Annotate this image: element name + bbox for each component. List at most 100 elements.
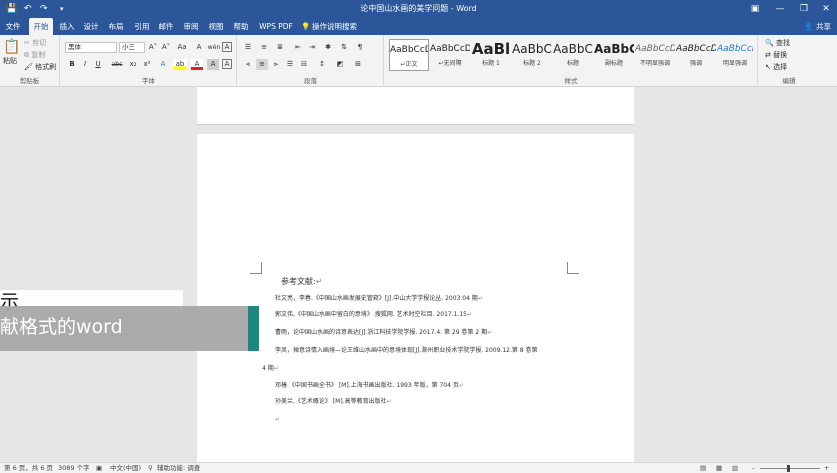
proofing-icon[interactable]: ▣ xyxy=(96,463,102,473)
style-name: 标题 xyxy=(566,60,579,67)
reference-item-continuation[interactable]: 4 期↵ xyxy=(262,365,279,373)
word-count[interactable]: 3089 个字 xyxy=(58,463,90,473)
tab-wps-pdf[interactable]: WPS PDF xyxy=(257,18,295,35)
font-size-combo[interactable]: 小三 xyxy=(119,42,145,53)
phonetic-guide-button[interactable]: wén xyxy=(207,42,221,53)
align-left-icon[interactable]: ⫷ xyxy=(242,59,254,70)
web-layout-icon[interactable]: ▥ xyxy=(732,463,738,473)
zoom-slider-handle[interactable] xyxy=(787,465,790,472)
zoom-out-button[interactable]: - xyxy=(752,463,754,473)
bold-button[interactable]: B xyxy=(66,59,78,70)
replace-button[interactable]: ⇄ 替换 xyxy=(765,50,787,60)
paste-icon[interactable]: 📋 xyxy=(3,39,20,55)
style-intense-emphasis[interactable]: AaBbCcD 明显强调 xyxy=(717,39,753,71)
references-heading[interactable]: 参考文献:↵ xyxy=(281,276,322,287)
reference-item[interactable]: 邓椿.《中国书画全书》 [M].上海书画出版社. 1993 年版，第 704 页… xyxy=(275,382,464,390)
tab-insert[interactable]: 插入 xyxy=(56,18,78,35)
restore-button[interactable]: ❐ xyxy=(794,2,814,16)
tab-design[interactable]: 设计 xyxy=(80,18,102,35)
character-border-button[interactable]: A xyxy=(222,59,232,69)
style-subtitle[interactable]: AaBbC 副标题 xyxy=(594,39,634,71)
bullets-icon[interactable]: ☰ xyxy=(242,42,254,53)
strikethrough-button[interactable]: abc xyxy=(109,59,125,70)
style-emphasis[interactable]: AaBbCcD 强调 xyxy=(676,39,716,71)
grow-font-button[interactable]: A˄ xyxy=(147,42,159,53)
increase-indent-icon[interactable]: ⇥ xyxy=(306,42,318,53)
format-painter-button[interactable]: 🖌 格式刷 xyxy=(24,62,56,72)
change-case-button[interactable]: Aa xyxy=(174,42,190,53)
align-right-icon[interactable]: ⫸ xyxy=(270,59,282,70)
style-name: ↵正文 xyxy=(400,61,418,68)
highlight-button[interactable]: ab xyxy=(173,59,187,70)
tab-references[interactable]: 引用 xyxy=(131,18,153,35)
reference-item[interactable]: 孙美兰,《艺术概论》 [M].高等教育出版社↵ xyxy=(275,398,392,406)
distributed-icon[interactable]: ⊟ xyxy=(298,59,310,70)
cut-button[interactable]: ✂ 剪切 xyxy=(24,38,46,48)
multilevel-list-icon[interactable]: ≣ xyxy=(274,42,286,53)
tab-view[interactable]: 视图 xyxy=(205,18,227,35)
document-workspace[interactable]: 参考文献:↵ 杜文亮，李春.《中国山水画发展史管窥》[J].中山大学学报论丛. … xyxy=(0,87,837,462)
underline-button[interactable]: U xyxy=(92,59,104,70)
superscript-button[interactable]: x² xyxy=(141,59,153,70)
text-effects-button[interactable]: A xyxy=(157,59,169,70)
format-painter-label: 格式刷 xyxy=(35,63,57,71)
decrease-indent-icon[interactable]: ⇤ xyxy=(292,42,304,53)
page-count[interactable]: 第 6 页，共 6 页 xyxy=(4,463,53,473)
subscript-button[interactable]: x₂ xyxy=(127,59,139,70)
share-button[interactable]: 👤 共享 xyxy=(804,18,831,35)
caption-accent-bar xyxy=(248,306,259,351)
print-layout-icon[interactable]: ▦ xyxy=(716,463,722,473)
shading-icon[interactable]: ◩ xyxy=(334,59,346,70)
style-title[interactable]: AaBbC 标题 xyxy=(553,39,593,71)
copy-label: 复制 xyxy=(31,51,46,59)
find-button[interactable]: 🔍 查找 xyxy=(765,38,790,48)
clear-formatting-button[interactable]: A xyxy=(193,42,205,53)
style-preview: AaBbCcD xyxy=(717,44,753,54)
accessibility-status[interactable]: 辅助功能: 调查 xyxy=(157,463,200,473)
line-spacing-icon[interactable]: ↕ xyxy=(316,59,328,70)
copy-button[interactable]: ⧉ 复制 xyxy=(24,50,45,60)
read-mode-icon[interactable]: ▤ xyxy=(700,463,706,473)
zoom-slider[interactable] xyxy=(760,468,820,469)
style-no-spacing[interactable]: AaBbCcDc ↵无间隔 xyxy=(430,39,470,71)
tell-me-search[interactable]: 操作说明搜索 xyxy=(312,18,360,35)
style-preview: AaBbC xyxy=(594,42,634,56)
reference-item[interactable]: 曹雨，论中国山水画的诗意表达[J].浙江科技学院学报. 2017.4. 第 29… xyxy=(275,329,492,337)
font-name-combo[interactable]: 黑体 xyxy=(65,42,117,53)
style-normal[interactable]: AaBbCcDc ↵正文 xyxy=(389,39,429,71)
shrink-font-button[interactable]: A˅ xyxy=(160,42,172,53)
enclose-characters-button[interactable]: A xyxy=(222,42,232,52)
sort-icon[interactable]: ⇅ xyxy=(338,42,350,53)
tab-help[interactable]: 帮助 xyxy=(230,18,252,35)
reference-item[interactable]: 杜文亮，李春.《中国山水画发展史管窥》[J].中山大学学报论丛. 2003.04… xyxy=(275,295,483,303)
chinese-layout-icon[interactable]: ✱ xyxy=(322,42,334,53)
character-shading-button[interactable]: A xyxy=(207,59,219,70)
tab-layout[interactable]: 布局 xyxy=(105,18,127,35)
numbering-icon[interactable]: ≡ xyxy=(258,42,270,53)
style-heading-1[interactable]: AaBl 标题 1 xyxy=(471,39,511,71)
style-heading-2[interactable]: AaBbC 标题 2 xyxy=(512,39,552,71)
reference-item[interactable]: 郭文伟,《中国山水画中留白的意境》.搜狐网. 艺术时空栏目. 2017.1.15… xyxy=(275,311,472,319)
style-subtle-emphasis[interactable]: AaBbCcD 不明显强调 xyxy=(635,39,675,71)
zoom-in-button[interactable]: + xyxy=(824,463,829,473)
tab-home[interactable]: 开始 xyxy=(29,18,53,35)
close-button[interactable]: ✕ xyxy=(816,2,836,16)
tab-file[interactable]: 文件 xyxy=(0,18,26,35)
language-indicator[interactable]: 中文(中国) xyxy=(110,463,141,473)
borders-icon[interactable]: ⊞ xyxy=(352,59,364,70)
paste-button[interactable]: 粘贴 xyxy=(3,56,17,66)
align-center-icon[interactable]: ≡ xyxy=(256,59,268,70)
scissors-icon: ✂ xyxy=(24,39,30,47)
minimize-button[interactable]: — xyxy=(770,2,790,16)
current-page[interactable]: 参考文献:↵ 杜文亮，李春.《中国山水画发展史管窥》[J].中山大学学报论丛. … xyxy=(197,134,634,462)
font-color-button[interactable]: A xyxy=(191,59,203,70)
show-marks-icon[interactable]: ¶ xyxy=(354,42,366,53)
reference-item[interactable]: 李凤，禅意诗情入画境—论王维山水画中的意境体现[J].滁州职业技术学院学报. 2… xyxy=(275,347,538,355)
justify-icon[interactable]: ☰ xyxy=(284,59,296,70)
tab-mailings[interactable]: 邮件 xyxy=(155,18,177,35)
tab-review[interactable]: 审阅 xyxy=(180,18,202,35)
previous-page[interactable] xyxy=(197,87,634,125)
ribbon-display-icon[interactable]: ▣ xyxy=(745,2,765,16)
select-button[interactable]: ↖ 选择 xyxy=(765,62,787,72)
italic-button[interactable]: I xyxy=(79,59,91,70)
